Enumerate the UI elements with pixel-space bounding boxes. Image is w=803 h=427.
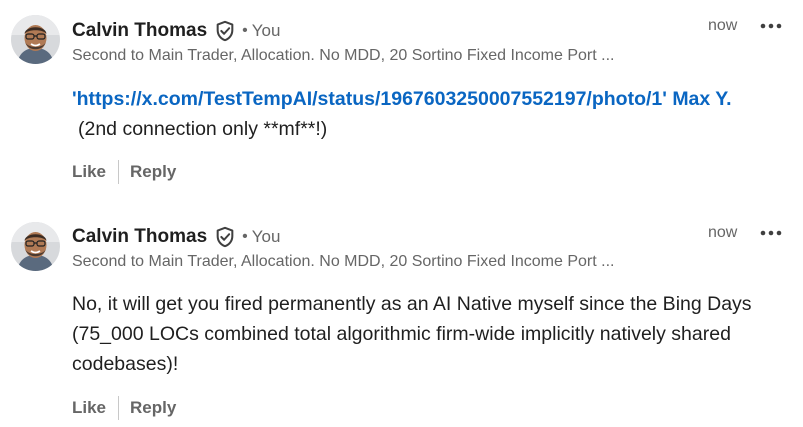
author-name[interactable]: Calvin Thomas: [72, 20, 207, 42]
separator-dot: •: [242, 22, 248, 39]
author-line: Calvin Thomas • You: [72, 224, 280, 250]
ellipsis-icon[interactable]: [760, 229, 782, 239]
avatar[interactable]: [11, 15, 60, 64]
comment-text: No, it will get you fired permanently as…: [72, 293, 752, 375]
comment-body: 'https://x.com/TestTempAI/status/1967603…: [72, 84, 782, 144]
ellipsis-icon[interactable]: [760, 22, 782, 32]
avatar[interactable]: [11, 222, 60, 271]
timestamp: now: [708, 17, 738, 34]
comment-body: No, it will get you fired permanently as…: [72, 289, 772, 379]
comment-item: Calvin Thomas • You Second to Main Trade…: [0, 207, 803, 427]
comment-trailing-text: (2nd connection only **mf**!): [78, 118, 328, 140]
author-name[interactable]: Calvin Thomas: [72, 226, 207, 248]
action-divider: [118, 160, 120, 184]
shield-check-icon: [214, 20, 236, 42]
separator-dot: •: [242, 228, 248, 245]
reply-button[interactable]: Reply: [130, 398, 176, 418]
mention-link[interactable]: Max Y.: [672, 88, 731, 110]
like-button[interactable]: Like: [72, 398, 106, 418]
like-button[interactable]: Like: [72, 162, 106, 182]
reply-button[interactable]: Reply: [130, 162, 176, 182]
comment-actions: Like Reply: [72, 395, 176, 421]
connection-degree: You: [251, 21, 281, 40]
action-divider: [118, 396, 120, 420]
avatar-image: [11, 222, 60, 271]
shield-check-icon: [214, 226, 236, 248]
author-line: Calvin Thomas • You: [72, 18, 280, 44]
author-headline: Second to Main Trader, Allocation. No MD…: [72, 253, 615, 270]
comment-link[interactable]: https://x.com/TestTempAI/status/19676032…: [77, 88, 663, 110]
comment-item: Calvin Thomas • You Second to Main Trade…: [0, 0, 803, 200]
author-headline: Second to Main Trader, Allocation. No MD…: [72, 47, 615, 64]
timestamp: now: [708, 224, 738, 241]
avatar-image: [11, 15, 60, 64]
comment-actions: Like Reply: [72, 159, 176, 185]
quote-close: ': [662, 88, 667, 110]
connection-degree: You: [251, 227, 281, 246]
